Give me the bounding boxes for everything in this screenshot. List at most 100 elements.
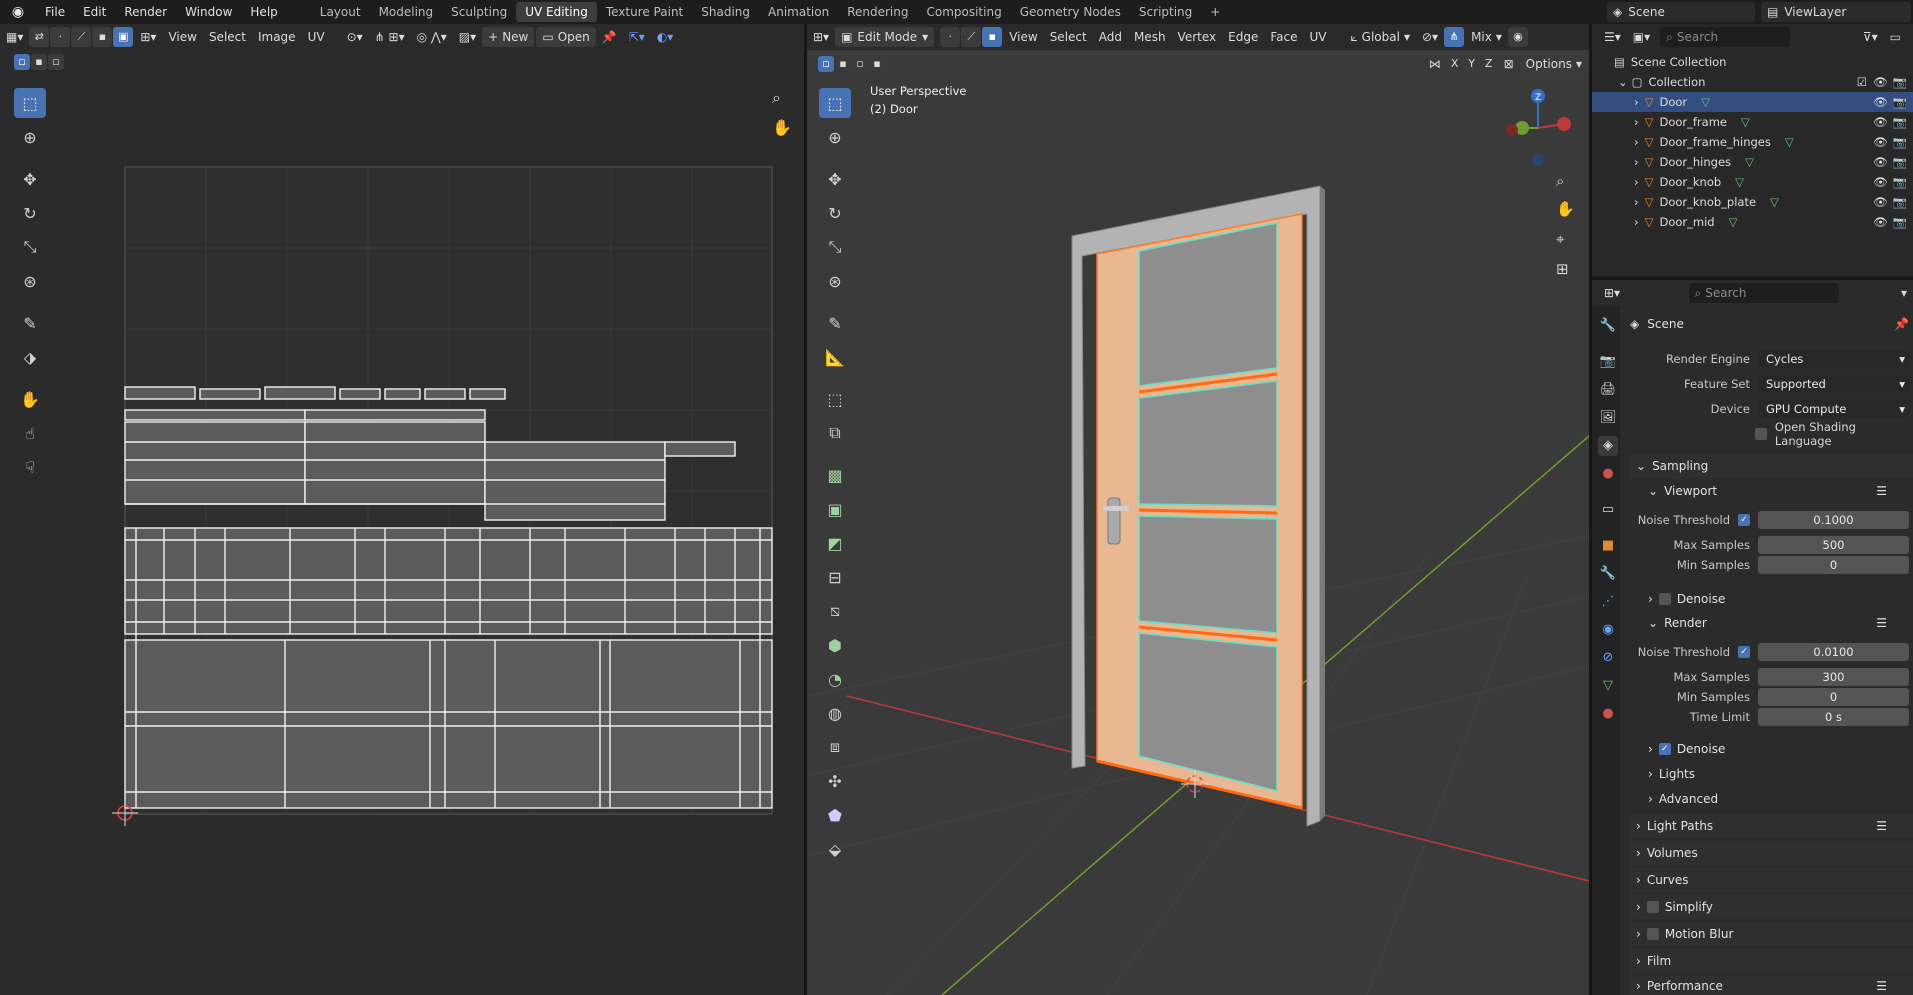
outliner-item[interactable]: › ▽ Door_mid ▽ 👁 📷 (1592, 212, 1913, 232)
expand-arrow-icon[interactable]: › (1634, 95, 1639, 109)
eye-icon[interactable]: 👁 (1873, 195, 1888, 209)
tab-texture-paint[interactable]: Texture Paint (597, 2, 692, 22)
camera-icon[interactable]: 📷 (1893, 175, 1907, 189)
mesh-data-icon[interactable]: ▽ (1701, 95, 1710, 109)
eye-icon[interactable]: 👁 (1873, 115, 1888, 129)
vp-ortho-toggle-icon[interactable]: ⊞ (1556, 260, 1569, 278)
camera-icon[interactable]: 📷 (1893, 155, 1907, 169)
collection-tab-icon[interactable]: ▭ (1598, 500, 1618, 520)
device-dropdown[interactable]: GPU Compute ▾ (1758, 400, 1909, 418)
chevron-down-icon[interactable]: ▾ (1901, 286, 1907, 300)
outliner-item[interactable]: › ▽ Door_frame_hinges ▽ 👁 📷 (1592, 132, 1913, 152)
annotate-tool-icon[interactable]: ✎ (14, 308, 46, 338)
x-axis-icon[interactable] (1557, 117, 1571, 131)
vp-menu-select[interactable]: Select (1044, 27, 1093, 47)
uv-menu-view[interactable]: View (162, 27, 202, 47)
tab-rendering[interactable]: Rendering (838, 2, 917, 22)
eye-icon[interactable]: 👁 (1873, 155, 1888, 169)
orientation-selector[interactable]: ⟀ Global ▾ (1344, 27, 1416, 47)
pinch-tool-icon[interactable]: ☟ (14, 452, 46, 482)
eye-icon[interactable]: 👁 (1873, 135, 1888, 149)
mesh-data-icon[interactable]: ▽ (1770, 195, 1779, 209)
camera-icon[interactable]: 📷 (1893, 135, 1907, 149)
sampling-panel-header[interactable]: ⌄ Sampling (1630, 454, 1913, 478)
vp-menu-add[interactable]: Add (1093, 27, 1128, 47)
constraints-tab-icon[interactable]: ⊘ (1598, 648, 1618, 668)
vp-min-field[interactable]: 0 (1758, 556, 1909, 574)
vp-noise-checkbox[interactable]: ✓ (1738, 514, 1750, 526)
expand-arrow-icon[interactable]: › (1634, 195, 1639, 209)
vp-select-subtract-icon[interactable]: ▫ (852, 56, 868, 72)
pin-icon[interactable]: 📌 (1894, 317, 1909, 331)
camera-icon[interactable]: 📷 (1893, 115, 1907, 129)
vp-select-extend-icon[interactable]: ▪ (835, 56, 851, 72)
extrude-tool-icon[interactable]: ⧉ (819, 418, 851, 448)
r-min-field[interactable]: 0 (1758, 688, 1909, 706)
material-tab-icon[interactable]: ● (1598, 704, 1618, 724)
display-mode-icon[interactable]: ▣▾ (1627, 27, 1656, 47)
vertex-select-icon[interactable]: · (50, 27, 71, 47)
scale-tool-icon[interactable]: ⤡ (14, 232, 46, 262)
mirror-y-toggle[interactable]: Y (1463, 56, 1480, 72)
vp-noise-field[interactable]: 0.1000 (1758, 511, 1909, 529)
outliner-item[interactable]: › ▽ Door_knob_plate ▽ 👁 📷 (1592, 192, 1913, 212)
grab-tool-icon[interactable]: ✋ (14, 384, 46, 414)
blender-logo-icon[interactable]: ◉ (0, 4, 36, 20)
vp-menu-face[interactable]: Face (1264, 27, 1303, 47)
outliner-search-field[interactable]: ⌕ Search (1660, 27, 1791, 47)
vp-menu-view[interactable]: View (1003, 27, 1043, 47)
menu-help[interactable]: Help (241, 0, 286, 24)
spin-tool-icon[interactable]: ◔ (819, 664, 851, 694)
osl-checkbox[interactable] (1755, 428, 1767, 440)
view-layer-selector[interactable]: ▤ ViewLayer (1761, 2, 1911, 22)
tab-modeling[interactable]: Modeling (370, 2, 443, 22)
tab-sculpting[interactable]: Sculpting (442, 2, 516, 22)
uv-menu-image[interactable]: Image (252, 27, 302, 47)
select-subtract-icon[interactable]: ▫ (48, 54, 64, 70)
particles-tab-icon[interactable]: ⋰ (1598, 592, 1618, 612)
properties-search-field[interactable]: ⌕ Search (1688, 283, 1839, 303)
volumes-panel-header[interactable]: › Volumes (1630, 841, 1913, 865)
film-panel-header[interactable]: › Film (1630, 949, 1913, 973)
camera-icon[interactable]: 📷 (1893, 215, 1907, 229)
vp-menu-vertex[interactable]: Vertex (1172, 27, 1223, 47)
collection-row[interactable]: ⌄ ▢ Collection ☑ 👁 📷 (1592, 72, 1913, 92)
tab-geometry-nodes[interactable]: Geometry Nodes (1011, 2, 1130, 22)
tab-animation[interactable]: Animation (759, 2, 838, 22)
mode-selector[interactable]: ▣ Edit Mode ▾ (835, 27, 935, 47)
menu-file[interactable]: File (36, 0, 74, 24)
vp-select-new-icon[interactable]: ▫ (818, 56, 834, 72)
camera-icon[interactable]: 📷 (1893, 195, 1907, 209)
properties-type-icon[interactable]: ⊞▾ (1598, 283, 1626, 303)
menu-edit[interactable]: Edit (74, 0, 115, 24)
lights-subpanel-header[interactable]: › Lights (1630, 762, 1913, 786)
list-icon[interactable]: ☰ (1876, 979, 1887, 993)
filter-icon[interactable]: ⊽▾ (1857, 27, 1884, 47)
face-mode-icon[interactable]: ▪ (982, 27, 1003, 47)
options-dropdown[interactable]: Options ▾ (1519, 54, 1588, 74)
list-icon[interactable]: ☰ (1876, 616, 1887, 630)
vp-denoise-checkbox[interactable] (1658, 593, 1671, 605)
expand-arrow-icon[interactable]: › (1634, 215, 1639, 229)
motion-blur-checkbox[interactable] (1646, 928, 1659, 940)
add-cube-tool-icon[interactable]: ⬚ (819, 384, 851, 414)
proportional-icon[interactable]: ◎ ⋀▾ (411, 27, 453, 47)
navigation-gizmo[interactable]: Z (1492, 84, 1578, 170)
vp-select-tool-icon[interactable]: ⬚ (819, 88, 851, 118)
select-box-tool-icon[interactable]: ⬚ (14, 88, 46, 118)
snap-icon[interactable]: ⋔ ⊞▾ (369, 27, 411, 47)
mesh-data-icon[interactable]: ▽ (1741, 115, 1750, 129)
expand-arrow-icon[interactable]: › (1634, 115, 1639, 129)
vp-denoise-header[interactable]: › Denoise (1630, 587, 1913, 611)
vp-max-field[interactable]: 500 (1758, 536, 1909, 554)
checkbox-icon[interactable]: ☑ (1857, 75, 1867, 89)
curves-panel-header[interactable]: › Curves (1630, 868, 1913, 892)
performance-panel-header[interactable]: › Performance ☰ (1630, 976, 1913, 995)
overlay-toggle-icon[interactable]: ◐▾ (651, 27, 680, 47)
simplify-checkbox[interactable] (1646, 901, 1659, 913)
sticky-mode-icon[interactable]: ⊞▾ (134, 27, 162, 47)
editor-type-icon[interactable]: ▦▾ (0, 27, 29, 47)
vp-move-tool-icon[interactable]: ✥ (819, 164, 851, 194)
output-tab-icon[interactable]: 🖨 (1598, 380, 1618, 400)
mesh-data-icon[interactable]: ▽ (1729, 215, 1738, 229)
